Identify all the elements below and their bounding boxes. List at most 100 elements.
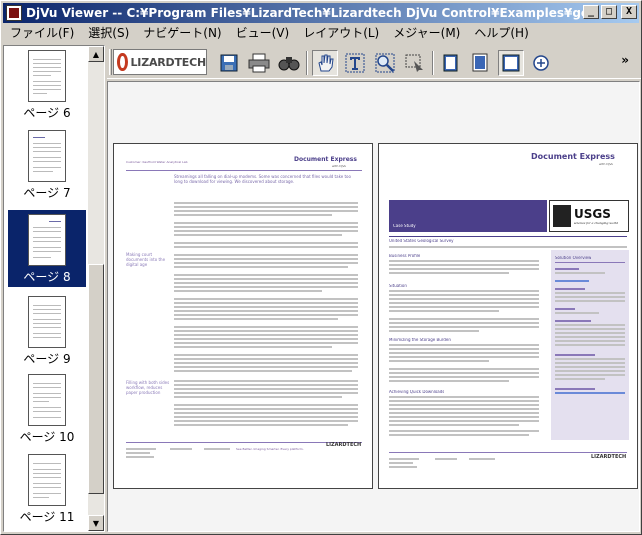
footer-address [126, 456, 154, 458]
text-line [174, 388, 358, 390]
text-line [389, 298, 539, 300]
text-line [555, 344, 625, 346]
find-icon[interactable] [276, 50, 302, 76]
text-line [389, 434, 529, 436]
text-line [174, 354, 358, 356]
thumbnail-page-11[interactable]: ページ 11 [8, 454, 86, 525]
text-line [174, 380, 358, 382]
scrollbar-thumb[interactable] [88, 264, 104, 494]
page-heading: Streamings all falling on dial-up modems… [174, 174, 351, 184]
text-line [174, 326, 358, 328]
text-select-icon[interactable] [342, 50, 368, 76]
text-line [555, 358, 625, 360]
usgs-tagline: science for a changing world [574, 220, 619, 225]
close-button[interactable]: X [621, 5, 637, 19]
text-line [174, 362, 358, 364]
text-line [389, 310, 499, 312]
text-line [174, 310, 358, 312]
hand-icon[interactable] [312, 50, 338, 76]
thumbnail-label: ページ 9 [23, 352, 71, 366]
menu-select[interactable]: 選択(S) [81, 24, 136, 42]
text-line [174, 306, 358, 308]
text-line [174, 206, 358, 208]
text-line [389, 420, 539, 422]
text-line [555, 370, 625, 372]
maximize-button[interactable]: □ [601, 5, 617, 19]
side-note-1: Making court documents into the digital … [126, 252, 166, 267]
facing-pages-icon[interactable] [498, 50, 524, 76]
menu-layout[interactable]: レイアウト(L) [296, 24, 386, 42]
toolbar-grip[interactable] [109, 49, 112, 75]
single-page-icon[interactable] [438, 50, 464, 76]
text-line [174, 384, 358, 386]
text-line [174, 266, 348, 268]
text-line [174, 202, 358, 204]
save-icon[interactable] [216, 50, 242, 76]
text-line [555, 272, 605, 274]
section-storage: Minimizing the Storage Burden [389, 338, 451, 342]
text-line [174, 334, 358, 336]
solution-overview-title: Solution Overview [555, 256, 592, 260]
text-line [389, 352, 539, 354]
text-line [389, 344, 539, 346]
menu-view[interactable]: ビュー(V) [229, 24, 297, 42]
sidebar-rule [555, 262, 625, 263]
menu-measure[interactable]: メジャー(M) [386, 24, 467, 42]
text-line [389, 246, 627, 248]
text-line [174, 346, 332, 348]
footer-address [126, 448, 156, 450]
menu-navigate[interactable]: ナビゲート(N) [136, 24, 228, 42]
text-line [174, 282, 358, 284]
sidebar-heading [555, 354, 595, 356]
menu-help[interactable]: ヘルプ(H) [467, 24, 535, 42]
text-line [174, 338, 358, 340]
toolbar-overflow-chevron-icon[interactable]: » [621, 53, 629, 67]
zoom-in-icon[interactable] [528, 50, 554, 76]
brand-subtitle: with DjVu [332, 164, 347, 168]
solution-overview-sidebar: Solution Overview [551, 250, 629, 440]
minimize-button[interactable]: _ [583, 5, 599, 19]
text-line [174, 258, 358, 260]
thumbnail-page-6[interactable]: ページ 6 [8, 50, 86, 121]
text-line [174, 396, 342, 398]
text-line [174, 298, 358, 300]
menu-file[interactable]: ファイル(F) [3, 24, 81, 42]
continuous-icon[interactable] [468, 50, 494, 76]
sidebar-scrollbar[interactable]: ▲ ▼ [88, 46, 104, 531]
thumbnail-page-9[interactable]: ページ 9 [8, 296, 86, 367]
section-situation: Situation [389, 284, 407, 288]
thumbnail-page-8[interactable]: ページ 8 [8, 210, 86, 287]
sidebar-link [555, 392, 625, 394]
app-icon [6, 5, 22, 21]
sidebar-link [555, 280, 589, 282]
text-line [174, 342, 358, 344]
sidebar-heading [555, 388, 595, 390]
zoom-icon[interactable] [372, 50, 398, 76]
thumbnail-label: ページ 10 [19, 430, 75, 444]
footer-web [204, 448, 230, 450]
text-line [174, 420, 358, 422]
page-thumbnail-image [28, 374, 66, 426]
side-note-2: Filling with both sides workflow, reduce… [126, 380, 170, 395]
text-line [389, 290, 539, 292]
text-line [174, 366, 358, 368]
brand-logo: Document Express [531, 152, 615, 161]
document-viewer[interactable]: Customer: Kaufhold Water Analytical Lab … [107, 81, 640, 532]
lizardtech-logo[interactable]: LIZARDTECH [113, 49, 207, 75]
print-icon[interactable] [246, 50, 272, 76]
text-line [389, 326, 539, 328]
thumbnail-label: ページ 11 [19, 510, 75, 524]
text-line [389, 430, 539, 432]
lizardtech-logo-icon [117, 53, 128, 71]
scroll-up-arrow-icon[interactable]: ▲ [88, 46, 104, 62]
banner-rule [389, 236, 627, 237]
title-bar[interactable]: DjVu Viewer -- C:¥Program Files¥LizardTe… [3, 3, 639, 23]
region-select-icon[interactable] [402, 50, 428, 76]
scroll-down-arrow-icon[interactable]: ▼ [88, 515, 104, 531]
header-rule [126, 170, 362, 171]
text-line [389, 272, 509, 274]
thumbnail-page-7[interactable]: ページ 7 [8, 130, 86, 201]
thumbnail-page-10[interactable]: ページ 10 [8, 374, 86, 445]
text-line [389, 380, 509, 382]
text-line [174, 254, 358, 256]
